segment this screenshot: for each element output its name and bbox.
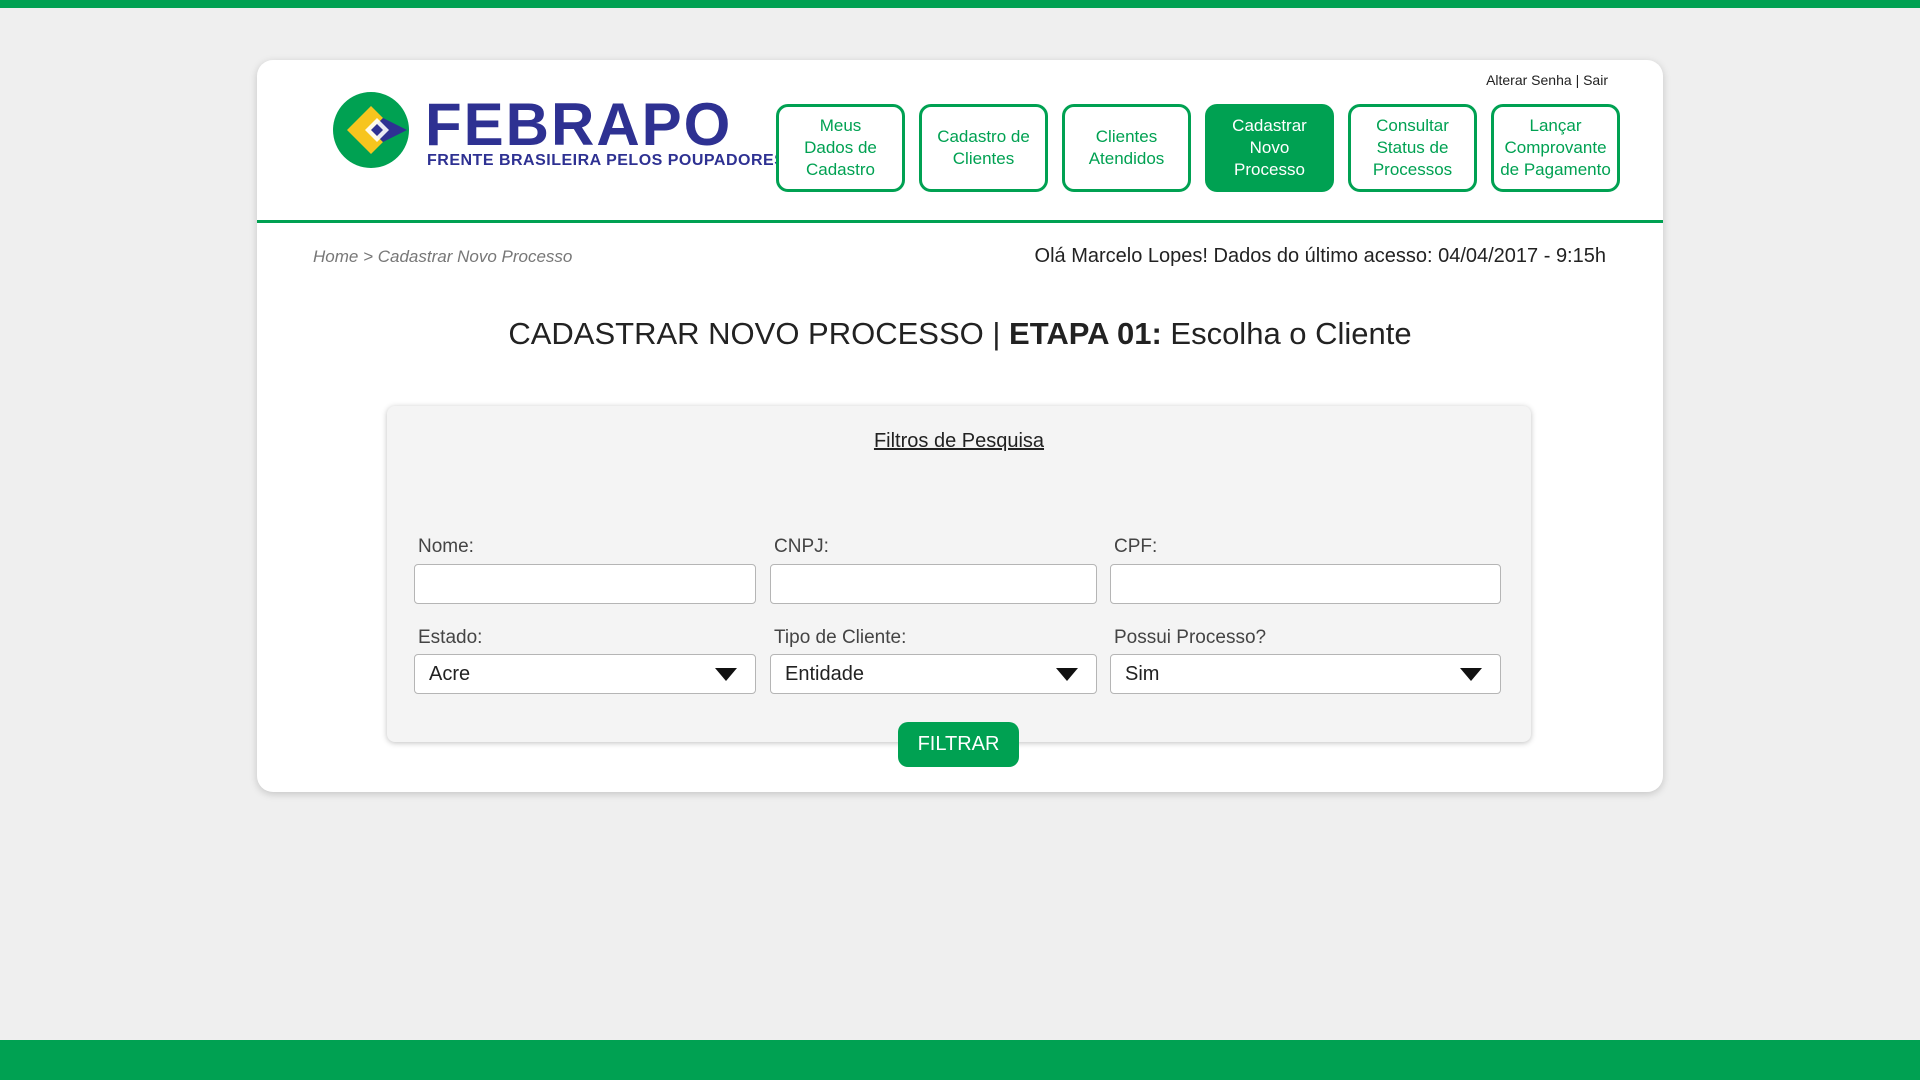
page-title-sub: Escolha o Cliente (1161, 316, 1412, 351)
tipo-cliente-selected-value: Entidade (785, 663, 864, 685)
filter-button[interactable]: FILTRAR (898, 722, 1019, 767)
possui-processo-select[interactable]: Sim (1110, 654, 1501, 694)
nome-label: Nome: (418, 536, 474, 557)
account-links-separator: | (1575, 72, 1580, 88)
header-divider (257, 220, 1663, 223)
breadcrumb[interactable]: Home > Cadastrar Novo Processo (313, 247, 572, 267)
nav-consultar-status-processos[interactable]: Consultar Status de Processos (1348, 104, 1477, 192)
cnpj-label: CNPJ: (774, 536, 829, 557)
chevron-down-icon (1460, 668, 1482, 681)
logo-emblem-icon (333, 92, 409, 168)
top-accent-bar (0, 0, 1920, 8)
cpf-label: CPF: (1114, 536, 1158, 557)
tipo-cliente-label: Tipo de Cliente: (774, 627, 907, 648)
febrapo-logo[interactable]: FEBRAPO FRENTE BRASILEIRA PELOS POUPADOR… (327, 90, 785, 170)
change-password-link[interactable]: Alterar Senha (1486, 72, 1572, 88)
estado-select[interactable]: Acre (414, 654, 756, 694)
nav-clientes-atendidos[interactable]: Clientes Atendidos (1062, 104, 1191, 192)
cnpj-input[interactable] (770, 564, 1097, 604)
estado-label: Estado: (418, 627, 483, 648)
page-title-step: ETAPA 01: (1009, 316, 1162, 351)
logout-link[interactable]: Sair (1583, 72, 1608, 88)
nav-cadastrar-novo-processo[interactable]: Cadastrar Novo Processo (1205, 104, 1334, 192)
footer-bar (0, 1040, 1920, 1080)
page-title-main: CADASTRAR NOVO PROCESSO | (508, 316, 1010, 351)
main-card: FEBRAPO FRENTE BRASILEIRA PELOS POUPADOR… (257, 60, 1663, 792)
brand-tagline: FRENTE BRASILEIRA PELOS POUPADORES (427, 152, 786, 169)
nav-meus-dados-cadastro[interactable]: Meus Dados de Cadastro (776, 104, 905, 192)
page-title: CADASTRAR NOVO PROCESSO | ETAPA 01: Esco… (257, 316, 1663, 352)
cpf-input[interactable] (1110, 564, 1501, 604)
chevron-down-icon (1056, 668, 1078, 681)
account-links: Alterar Senha | Sair (1486, 72, 1608, 88)
user-greeting: Olá Marcelo Lopes! Dados do último acess… (1034, 245, 1606, 267)
nome-input[interactable] (414, 564, 756, 604)
possui-processo-selected-value: Sim (1125, 663, 1160, 685)
brand-name: FEBRAPO (425, 91, 733, 158)
search-filters-panel: Filtros de Pesquisa Nome: CNPJ: CPF: Est… (387, 406, 1531, 767)
nav-lancar-comprovante-pagamento[interactable]: Lançar Comprovante de Pagamento (1491, 104, 1620, 192)
tipo-cliente-select[interactable]: Entidade (770, 654, 1097, 694)
nav-cadastro-clientes[interactable]: Cadastro de Clientes (919, 104, 1048, 192)
estado-selected-value: Acre (429, 663, 471, 685)
filters-heading: Filtros de Pesquisa (873, 430, 1045, 452)
chevron-down-icon (715, 668, 737, 681)
possui-processo-label: Possui Processo? (1114, 627, 1267, 648)
